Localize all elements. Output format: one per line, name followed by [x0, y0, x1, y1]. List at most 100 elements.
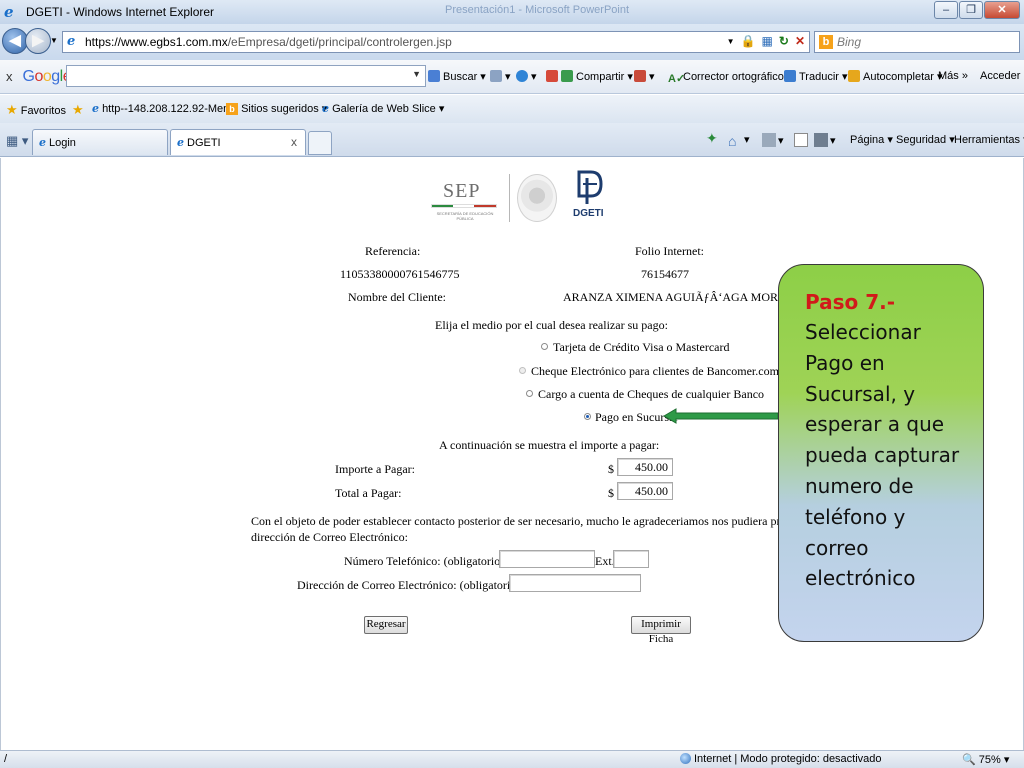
radio-tarjeta[interactable]	[541, 343, 548, 350]
referencia-label: Referencia:	[365, 244, 421, 258]
zoom-level[interactable]: 🔍 75% ▾	[962, 753, 1009, 766]
recent-pages-chevron-icon[interactable]: ▼	[50, 36, 58, 45]
favoritos-button[interactable]: ★ Favoritos	[6, 102, 66, 118]
stop-icon[interactable]: ✕	[795, 34, 805, 50]
google-search-input[interactable]: ▼	[66, 65, 426, 87]
ext-input[interactable]	[613, 550, 649, 568]
page-icon: e	[177, 136, 184, 149]
imprimir-ficha-button[interactable]: Imprimir Ficha	[631, 616, 691, 645]
toolbar-options-button[interactable]: ▾	[490, 70, 511, 83]
tab-login[interactable]: e Login	[32, 129, 168, 155]
tab-bar: ▦ ▾ e Login e DGETI x ✦ ⌂ ▾ ▾ ▾ Página ▾ …	[0, 123, 1024, 157]
close-button[interactable]: ✕	[984, 1, 1020, 19]
tab-dgeti[interactable]: e DGETI x	[170, 129, 306, 155]
suggested-sites-icon[interactable]: ✦	[706, 130, 718, 147]
corrector-button[interactable]: A✓Corrector ortográfico ▾	[668, 70, 792, 85]
importe-field[interactable]: 450.00	[617, 458, 673, 476]
print-icon	[814, 133, 828, 147]
translate-page-button[interactable]: ▾	[634, 70, 655, 83]
radio-tarjeta-label: Tarjeta de Crédito Visa o Mastercard	[553, 340, 730, 354]
lock-icon[interactable]: 🔒	[741, 34, 756, 50]
mexico-seal-icon	[517, 174, 557, 222]
address-url[interactable]: https://www.egbs1.com.mx/eEmpresa/dgeti/…	[85, 35, 452, 49]
new-tab-button[interactable]	[308, 131, 332, 155]
home-button[interactable]: ⌂ ▾	[728, 133, 750, 149]
chevron-down-icon[interactable]: ▼	[412, 69, 421, 79]
window-titlebar: e DGETI - Windows Internet Explorer Pres…	[0, 0, 1024, 24]
buscar-button[interactable]: Buscar ▾	[428, 70, 486, 83]
total-currency: $	[608, 486, 614, 500]
telefono-label: Número Telefónico: (obligatorio)	[344, 554, 505, 568]
radio-cargo-cuenta[interactable]	[526, 390, 533, 397]
feeds-button[interactable]: ▾	[762, 133, 784, 147]
status-text: /	[4, 753, 8, 765]
forward-button[interactable]: ▶	[25, 28, 51, 54]
favorite-link-sitios[interactable]: b Sitios sugeridos ▾	[226, 102, 327, 115]
favorites-bar: ★ Favoritos ★ e http--148.208.122.92-Men…	[0, 95, 1024, 123]
correo-label: Dirección de Correo Electrónico: (obliga…	[297, 578, 521, 592]
address-dropdown-icon[interactable]: ▼	[727, 34, 735, 50]
restore-button[interactable]: ❐	[959, 1, 983, 19]
telefono-input[interactable]	[499, 550, 595, 568]
refresh-icon[interactable]: ↻	[779, 34, 789, 50]
traducir-button[interactable]: Traducir ▾	[784, 70, 848, 83]
autofill-icon	[848, 70, 860, 82]
bookmarks-button[interactable]: ▾	[516, 70, 537, 83]
window-title: DGETI - Windows Internet Explorer	[26, 5, 215, 19]
autocompletar-button[interactable]: Autocompletar ▾	[848, 70, 943, 83]
add-favorite-button[interactable]: ★	[72, 102, 84, 118]
minimize-button[interactable]: –	[934, 1, 958, 19]
google-logo: Google	[22, 67, 72, 85]
radio-pago-sucursal[interactable]	[584, 413, 591, 420]
folio-value: 76154677	[641, 267, 689, 281]
cliente-label: Nombre del Cliente:	[348, 290, 446, 304]
star-icon: ★	[6, 102, 18, 117]
page-icon: e	[322, 102, 329, 115]
globe-icon	[680, 753, 691, 764]
page-tools-icon	[634, 70, 646, 82]
total-label: Total a Pagar:	[335, 486, 402, 500]
status-bar: / Internet | Modo protegido: desactivado…	[0, 750, 1024, 768]
bing-icon: b	[226, 103, 238, 115]
page-icon: e	[92, 102, 99, 115]
mas-button[interactable]: Más »	[938, 70, 968, 82]
total-field[interactable]: 450.00	[617, 482, 673, 500]
importe-currency: $	[608, 462, 614, 476]
favorite-link-1[interactable]: e http--148.208.122.92-Men...	[92, 102, 238, 115]
importe-label: Importe a Pagar:	[335, 462, 415, 476]
header-logos: SEP SECRETARÍA DE EDUCACIÓN PÚBLICA DGET…	[429, 168, 609, 228]
logo-divider	[509, 174, 510, 222]
radio-cargo-label: Cargo a cuenta de Cheques de cualquier B…	[538, 387, 765, 401]
radio-cheque-electronico[interactable]	[519, 367, 526, 374]
regresar-button[interactable]: Regresar	[364, 616, 408, 634]
mail-button[interactable]	[794, 133, 810, 147]
bookmark-icon	[516, 70, 528, 82]
acceder-button[interactable]: Acceder	[980, 70, 1020, 82]
seguridad-menu[interactable]: Seguridad ▾	[896, 133, 955, 146]
dgeti-mark-icon	[577, 170, 603, 204]
herramientas-menu[interactable]: Herramientas ▾	[954, 133, 1024, 146]
tricolor-bar	[431, 204, 497, 208]
sep-logo: SEP SECRETARÍA DE EDUCACIÓN PÚBLICA	[429, 168, 501, 226]
translate-icon	[784, 70, 796, 82]
favorite-link-webslice[interactable]: e Galería de Web Slice ▾	[322, 102, 444, 115]
close-tab-icon[interactable]: x	[291, 135, 297, 149]
address-bar[interactable]: e https://www.egbs1.com.mx/eEmpresa/dget…	[62, 31, 810, 53]
dgeti-logo-text: DGETI	[573, 208, 604, 219]
compatibility-view-icon[interactable]: ▦	[762, 34, 773, 50]
add-favorite-icon: ★	[72, 102, 84, 117]
options-icon	[490, 70, 502, 82]
quick-tabs-icon[interactable]: ▦ ▾	[6, 133, 28, 149]
compartir-button[interactable]: Compartir ▾	[546, 70, 633, 83]
referencia-value: 11053380000761546775	[340, 267, 460, 281]
pagina-menu[interactable]: Página ▾	[850, 133, 893, 146]
bing-search-box[interactable]: b Bing	[814, 31, 1020, 53]
callout-body: Seleccionar Pago en Sucursal, y esperar …	[805, 320, 960, 591]
close-toolbar-icon[interactable]: x	[6, 69, 13, 84]
correo-input[interactable]	[509, 574, 641, 592]
bing-search-placeholder[interactable]: Bing	[837, 35, 861, 49]
print-button[interactable]: ▾	[814, 133, 836, 147]
radio-cheque-label: Cheque Electrónico para clientes de Banc…	[531, 364, 779, 378]
google-plus-icon	[546, 70, 558, 82]
search-icon	[428, 70, 440, 82]
